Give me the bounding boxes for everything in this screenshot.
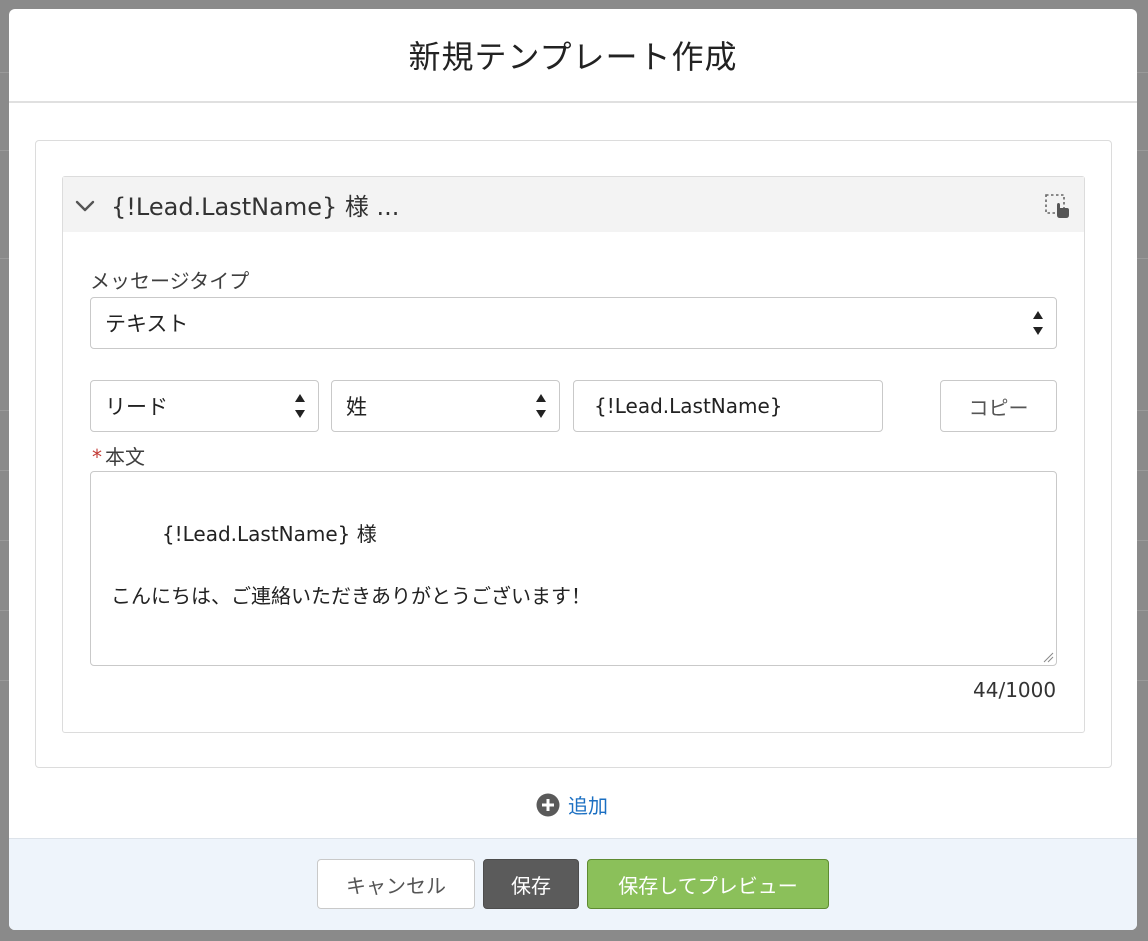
required-mark: * — [92, 445, 102, 469]
sort-arrows-icon — [1033, 311, 1043, 335]
add-circle-icon — [536, 793, 560, 816]
modal-footer: キャンセル 保存 保存してプレビュー — [9, 838, 1137, 930]
copy-button[interactable]: コピー — [940, 380, 1057, 432]
field-select[interactable]: 姓 — [331, 380, 560, 432]
sort-arrows-icon — [536, 394, 546, 418]
drag-handle-icon[interactable] — [1044, 193, 1070, 219]
sort-arrows-icon — [295, 394, 305, 418]
message-type-value: テキスト — [105, 312, 189, 336]
merge-field-input[interactable]: {!Lead.LastName} — [573, 380, 883, 432]
save-and-preview-button[interactable]: 保存してプレビュー — [587, 859, 829, 909]
new-template-modal: 新規テンプレート作成 {!Lead.LastName} 様 ... メッセージタ… — [9, 9, 1137, 930]
body-label-text: 本文 — [105, 445, 145, 469]
add-link-label: 追加 — [568, 794, 608, 818]
body-label: * 本文 — [92, 441, 145, 470]
body-text: {!Lead.LastName} 様 こんにちは、ご連絡いただきありがとうござい… — [111, 522, 591, 608]
object-select-value: リード — [105, 395, 168, 419]
section-header[interactable]: {!Lead.LastName} 様 ... — [63, 177, 1084, 232]
resize-handle-icon[interactable] — [1042, 651, 1054, 663]
cancel-button[interactable]: キャンセル — [317, 859, 475, 909]
section-title: {!Lead.LastName} 様 ... — [111, 193, 400, 221]
message-section: {!Lead.LastName} 様 ... メッセージタイプ テキスト リード — [62, 176, 1085, 733]
template-card: {!Lead.LastName} 様 ... メッセージタイプ テキスト リード — [35, 140, 1112, 768]
field-select-value: 姓 — [346, 395, 367, 419]
modal-title: 新規テンプレート作成 — [408, 38, 738, 76]
chevron-down-icon[interactable] — [73, 194, 97, 218]
character-count: 44/1000 — [973, 678, 1057, 702]
message-type-label: メッセージタイプ — [90, 269, 250, 293]
body-textarea[interactable]: {!Lead.LastName} 様 こんにちは、ご連絡いただきありがとうござい… — [90, 471, 1057, 666]
merge-field-value: {!Lead.LastName} — [594, 394, 783, 418]
save-button[interactable]: 保存 — [483, 859, 579, 909]
message-type-select[interactable]: テキスト — [90, 297, 1057, 349]
object-select[interactable]: リード — [90, 380, 319, 432]
add-message-link[interactable]: 追加 — [536, 790, 608, 819]
modal-header: 新規テンプレート作成 — [9, 9, 1137, 103]
